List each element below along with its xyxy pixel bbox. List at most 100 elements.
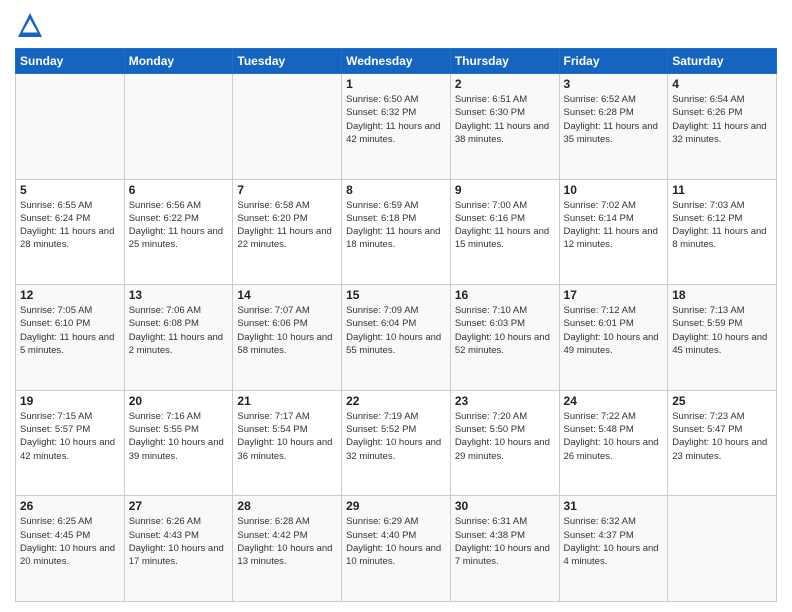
day-number: 19 [20,394,120,408]
day-number: 31 [564,499,664,513]
day-number: 17 [564,288,664,302]
calendar-week-row: 5 Sunrise: 6:55 AM Sunset: 6:24 PM Daylig… [16,179,777,285]
calendar-day-cell: 28 Sunrise: 6:28 AM Sunset: 4:42 PM Dayli… [233,496,342,602]
calendar-day-cell: 13 Sunrise: 7:06 AM Sunset: 6:08 PM Dayli… [124,285,233,391]
calendar-day-cell: 30Sunrise: 6:31 AM Sunset: 4:38 PM Dayli… [450,496,559,602]
day-detail: Sunrise: 7:05 AM Sunset: 6:10 PM Dayligh… [20,304,120,357]
calendar-day-cell: 11 Sunrise: 7:03 AM Sunset: 6:12 PM Dayli… [668,179,777,285]
day-of-week-header: Wednesday [342,49,451,74]
day-detail: Sunrise: 6:26 AM Sunset: 4:43 PM Dayligh… [129,515,229,568]
day-number: 16 [455,288,555,302]
day-detail: Sunrise: 7:02 AM Sunset: 6:14 PM Dayligh… [564,199,664,252]
calendar-week-row: 26 Sunrise: 6:25 AM Sunset: 4:45 PM Dayli… [16,496,777,602]
day-number: 2 [455,77,555,91]
day-number: 1 [346,77,446,91]
calendar-day-cell: 10 Sunrise: 7:02 AM Sunset: 6:14 PM Dayli… [559,179,668,285]
calendar-day-cell: 2 Sunrise: 6:51 AM Sunset: 6:30 PM Daylig… [450,74,559,180]
day-number: 3 [564,77,664,91]
day-number: 8 [346,183,446,197]
calendar-day-cell: 17 Sunrise: 7:12 AM Sunset: 6:01 PM Dayli… [559,285,668,391]
calendar-day-cell: 21 Sunrise: 7:17 AM Sunset: 5:54 PM Dayli… [233,390,342,496]
calendar-day-cell [124,74,233,180]
day-detail: Sunrise: 6:52 AM Sunset: 6:28 PM Dayligh… [564,93,664,146]
day-detail: Sunrise: 6:31 AM Sunset: 4:38 PM Dayligh… [455,515,555,568]
calendar-day-cell: 22 Sunrise: 7:19 AM Sunset: 5:52 PM Dayli… [342,390,451,496]
day-number: 23 [455,394,555,408]
day-number: 5 [20,183,120,197]
day-detail: Sunrise: 7:23 AM Sunset: 5:47 PM Dayligh… [672,410,772,463]
day-number: 9 [455,183,555,197]
day-detail: Sunrise: 7:09 AM Sunset: 6:04 PM Dayligh… [346,304,446,357]
day-of-week-header: Saturday [668,49,777,74]
day-detail: Sunrise: 7:00 AM Sunset: 6:16 PM Dayligh… [455,199,555,252]
day-detail: Sunrise: 6:25 AM Sunset: 4:45 PM Dayligh… [20,515,120,568]
day-detail: Sunrise: 7:12 AM Sunset: 6:01 PM Dayligh… [564,304,664,357]
day-of-week-header: Sunday [16,49,125,74]
day-number: 28 [237,499,337,513]
day-detail: Sunrise: 7:07 AM Sunset: 6:06 PM Dayligh… [237,304,337,357]
day-detail: Sunrise: 6:28 AM Sunset: 4:42 PM Dayligh… [237,515,337,568]
day-number: 22 [346,394,446,408]
day-detail: Sunrise: 6:56 AM Sunset: 6:22 PM Dayligh… [129,199,229,252]
day-detail: Sunrise: 6:58 AM Sunset: 6:20 PM Dayligh… [237,199,337,252]
day-number: 21 [237,394,337,408]
day-number: 13 [129,288,229,302]
day-detail: Sunrise: 7:16 AM Sunset: 5:55 PM Dayligh… [129,410,229,463]
day-detail: Sunrise: 6:50 AM Sunset: 6:32 PM Dayligh… [346,93,446,146]
day-detail: Sunrise: 7:17 AM Sunset: 5:54 PM Dayligh… [237,410,337,463]
day-detail: Sunrise: 6:29 AM Sunset: 4:40 PM Dayligh… [346,515,446,568]
calendar-header-row: SundayMondayTuesdayWednesdayThursdayFrid… [16,49,777,74]
calendar-day-cell: 15 Sunrise: 7:09 AM Sunset: 6:04 PM Dayli… [342,285,451,391]
calendar-day-cell: 20 Sunrise: 7:16 AM Sunset: 5:55 PM Dayli… [124,390,233,496]
logo [15,10,49,40]
day-number: 10 [564,183,664,197]
day-number: 29 [346,499,446,513]
calendar-week-row: 1 Sunrise: 6:50 AM Sunset: 6:32 PM Daylig… [16,74,777,180]
calendar-day-cell: 6 Sunrise: 6:56 AM Sunset: 6:22 PM Daylig… [124,179,233,285]
calendar-day-cell: 31 Sunrise: 6:32 AM Sunset: 4:37 PM Dayli… [559,496,668,602]
day-number: 12 [20,288,120,302]
page: SundayMondayTuesdayWednesdayThursdayFrid… [0,0,792,612]
calendar-week-row: 19 Sunrise: 7:15 AM Sunset: 5:57 PM Dayli… [16,390,777,496]
calendar-week-row: 12 Sunrise: 7:05 AM Sunset: 6:10 PM Dayli… [16,285,777,391]
day-number: 24 [564,394,664,408]
day-detail: Sunrise: 6:59 AM Sunset: 6:18 PM Dayligh… [346,199,446,252]
day-detail: Sunrise: 6:51 AM Sunset: 6:30 PM Dayligh… [455,93,555,146]
day-number: 7 [237,183,337,197]
day-of-week-header: Monday [124,49,233,74]
day-number: 18 [672,288,772,302]
calendar-day-cell: 16Sunrise: 7:10 AM Sunset: 6:03 PM Dayli… [450,285,559,391]
calendar-day-cell: 27 Sunrise: 6:26 AM Sunset: 4:43 PM Dayli… [124,496,233,602]
header [15,10,777,40]
calendar-day-cell: 3 Sunrise: 6:52 AM Sunset: 6:28 PM Daylig… [559,74,668,180]
day-number: 11 [672,183,772,197]
day-detail: Sunrise: 7:03 AM Sunset: 6:12 PM Dayligh… [672,199,772,252]
calendar-day-cell: 24 Sunrise: 7:22 AM Sunset: 5:48 PM Dayli… [559,390,668,496]
calendar-table: SundayMondayTuesdayWednesdayThursdayFrid… [15,48,777,602]
day-detail: Sunrise: 7:22 AM Sunset: 5:48 PM Dayligh… [564,410,664,463]
day-detail: Sunrise: 7:19 AM Sunset: 5:52 PM Dayligh… [346,410,446,463]
calendar-day-cell: 29 Sunrise: 6:29 AM Sunset: 4:40 PM Dayli… [342,496,451,602]
day-detail: Sunrise: 6:54 AM Sunset: 6:26 PM Dayligh… [672,93,772,146]
day-detail: Sunrise: 7:15 AM Sunset: 5:57 PM Dayligh… [20,410,120,463]
day-detail: Sunrise: 6:32 AM Sunset: 4:37 PM Dayligh… [564,515,664,568]
day-of-week-header: Thursday [450,49,559,74]
calendar-day-cell: 18Sunrise: 7:13 AM Sunset: 5:59 PM Dayli… [668,285,777,391]
day-number: 27 [129,499,229,513]
calendar-day-cell: 12 Sunrise: 7:05 AM Sunset: 6:10 PM Dayli… [16,285,125,391]
calendar-day-cell: 14 Sunrise: 7:07 AM Sunset: 6:06 PM Dayli… [233,285,342,391]
calendar-day-cell: 4Sunrise: 6:54 AM Sunset: 6:26 PM Daylig… [668,74,777,180]
calendar-day-cell: 7 Sunrise: 6:58 AM Sunset: 6:20 PM Daylig… [233,179,342,285]
calendar-day-cell: 25Sunrise: 7:23 AM Sunset: 5:47 PM Dayli… [668,390,777,496]
day-detail: Sunrise: 7:20 AM Sunset: 5:50 PM Dayligh… [455,410,555,463]
day-number: 14 [237,288,337,302]
day-detail: Sunrise: 6:55 AM Sunset: 6:24 PM Dayligh… [20,199,120,252]
day-of-week-header: Tuesday [233,49,342,74]
day-number: 26 [20,499,120,513]
day-number: 6 [129,183,229,197]
day-number: 20 [129,394,229,408]
calendar-day-cell: 5 Sunrise: 6:55 AM Sunset: 6:24 PM Daylig… [16,179,125,285]
day-of-week-header: Friday [559,49,668,74]
day-number: 15 [346,288,446,302]
day-detail: Sunrise: 7:06 AM Sunset: 6:08 PM Dayligh… [129,304,229,357]
